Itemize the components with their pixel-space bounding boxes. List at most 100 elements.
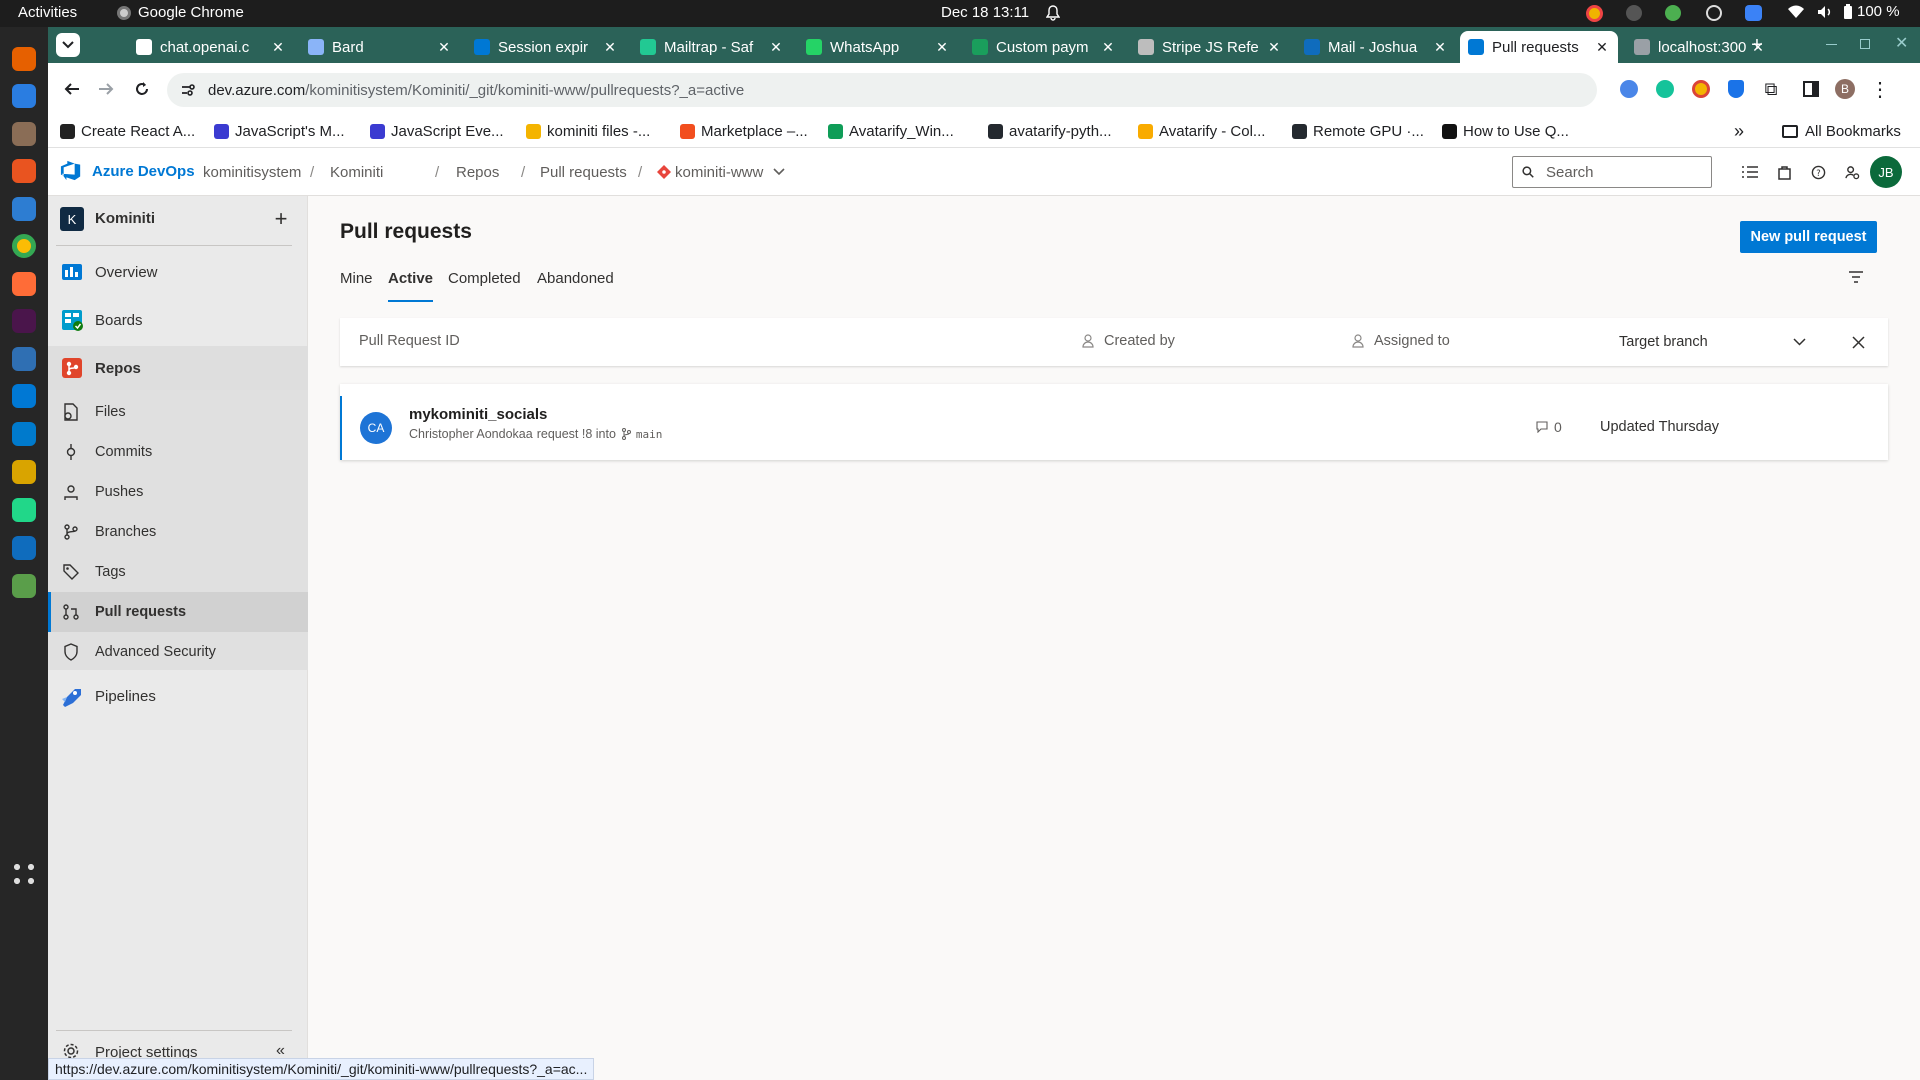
sync-tray-icon[interactable] [1665, 5, 1681, 21]
slack-tray-icon[interactable] [1626, 5, 1642, 21]
sidebar-subitem-branches[interactable]: Branches [48, 512, 308, 552]
chrome-icon[interactable] [9, 231, 39, 261]
user-avatar[interactable]: JB [1870, 156, 1902, 188]
sidebar-subitem-advanced-security[interactable]: Advanced Security [48, 632, 308, 672]
files-icon[interactable] [9, 119, 39, 149]
repo-selector[interactable]: kominiti-www [657, 148, 785, 196]
tab-active[interactable]: Active [388, 262, 434, 302]
bookmark-item[interactable]: How to Use Q... [1442, 115, 1569, 148]
sidebar-item-overview[interactable]: Overview [48, 252, 308, 292]
app-menu[interactable]: Google Chrome [117, 4, 244, 21]
settings-tray-icon[interactable] [1706, 5, 1722, 21]
tab-mine[interactable]: Mine [340, 262, 373, 294]
tab-outlook[interactable]: Mail - Joshua ✕ [1296, 31, 1456, 63]
pull-request-row[interactable]: CA mykominiti_socials Christopher Aondok… [340, 396, 1888, 460]
bookmark-item[interactable]: Remote GPU ·... [1292, 115, 1424, 148]
firefox-icon[interactable] [9, 44, 39, 74]
close-tab-icon[interactable]: ✕ [1266, 39, 1282, 56]
close-tab-icon[interactable]: ✕ [436, 39, 452, 56]
search-box[interactable]: Search [1512, 156, 1712, 188]
breadcrumb-project[interactable]: Kominiti [330, 148, 383, 196]
tab-azure[interactable]: Session expir ✕ [466, 31, 626, 63]
bookmark-item[interactable]: Marketplace –... [680, 115, 808, 148]
add-icon[interactable]: + [270, 206, 292, 231]
project-header[interactable]: K Kominiti + [48, 196, 308, 242]
app-center-icon[interactable] [9, 156, 39, 186]
assigned-to-filter[interactable]: Assigned to [1352, 333, 1450, 349]
breadcrumb-organization[interactable]: kominitisystem [203, 148, 301, 196]
breadcrumb-repos[interactable]: Repos [456, 148, 499, 196]
apps-grid-icon[interactable] [9, 859, 39, 889]
tab-s[interactable]: Custom paym ✕ [964, 31, 1124, 63]
work-items-icon[interactable] [1740, 162, 1760, 182]
clock[interactable]: Dec 18 13:11 [941, 4, 1029, 21]
azure-devops-home-link[interactable]: Azure DevOps [60, 160, 195, 182]
clear-filters-button[interactable] [1849, 333, 1867, 351]
activities-button[interactable]: Activities [18, 4, 77, 21]
tab-whatsapp[interactable]: WhatsApp ✕ [798, 31, 958, 63]
sidebar-subitem-files[interactable]: Files [48, 392, 308, 432]
tab-mailtrap[interactable]: Mailtrap - Saf ✕ [632, 31, 792, 63]
sidebar-subitem-tags[interactable]: Tags [48, 552, 308, 592]
system-status-menu[interactable]: 100 % [1787, 3, 1900, 20]
sidebar-subitem-pushes[interactable]: Pushes [48, 472, 308, 512]
forward-button[interactable] [94, 77, 118, 101]
vscode-icon[interactable] [9, 419, 39, 449]
sidebar-item-pipelines[interactable]: Pipelines [48, 676, 308, 716]
pull-request-id-input[interactable]: Pull Request ID [359, 333, 460, 349]
close-tab-icon[interactable]: ✕ [1432, 39, 1448, 56]
tab-completed[interactable]: Completed [448, 262, 521, 294]
bookmark-item[interactable]: avatarify-pyth... [988, 115, 1112, 148]
bookmark-item[interactable]: Create React A... [60, 115, 195, 148]
target-branch-filter[interactable]: Target branch [1619, 318, 1829, 366]
sidebar-item-boards[interactable]: Boards [48, 300, 308, 340]
user-settings-icon[interactable] [1842, 162, 1862, 182]
marketplace-icon[interactable] [1774, 162, 1794, 182]
chrome-menu-icon[interactable]: ⋮ [1870, 77, 1890, 101]
pr-title[interactable]: mykominiti_socials [409, 406, 547, 423]
postman-icon[interactable] [9, 269, 39, 299]
extensions-puzzle-icon[interactable]: ⧉ [1760, 78, 1782, 100]
pycharm-icon[interactable] [9, 495, 39, 525]
help-icon[interactable]: ? [1808, 162, 1828, 182]
tab-azure-devops[interactable]: Pull requests ✕ [1460, 31, 1618, 63]
monitor-icon[interactable] [9, 344, 39, 374]
search-input[interactable]: Search [1546, 164, 1594, 181]
bookmark-item[interactable]: JavaScript's M... [214, 115, 345, 148]
bookmark-item[interactable]: JavaScript Eve... [370, 115, 504, 148]
tab-bard[interactable]: Bard ✕ [300, 31, 460, 63]
sidebar-subitem-commits[interactable]: Commits [48, 432, 308, 472]
sidebar-item-repos[interactable]: Repos [48, 346, 308, 390]
window-close-button[interactable]: ✕ [1895, 33, 1908, 53]
slack-icon[interactable] [9, 306, 39, 336]
back-button[interactable] [60, 77, 84, 101]
tab-abandoned[interactable]: Abandoned [537, 262, 614, 294]
close-tab-icon[interactable]: ✕ [934, 39, 950, 56]
all-bookmarks-button[interactable]: All Bookmarks [1782, 115, 1901, 148]
close-tab-icon[interactable]: ✕ [602, 39, 618, 56]
profile-avatar[interactable]: B [1835, 79, 1855, 99]
help-icon[interactable] [9, 194, 39, 224]
close-tab-icon[interactable]: ✕ [768, 39, 784, 56]
filter-icon[interactable] [1847, 268, 1865, 286]
bookmark-item[interactable]: Avatarify_Win... [828, 115, 954, 148]
maximize-button[interactable] [1860, 39, 1870, 49]
address-bar[interactable]: dev.azure.com/kominitisystem/Kominiti/_g… [167, 73, 1597, 107]
tab-openai[interactable]: chat.openai.c ✕ [128, 31, 294, 63]
side-panel-icon[interactable] [1803, 81, 1819, 97]
chat-tray-icon[interactable] [1745, 5, 1762, 21]
azure-data-studio-icon[interactable] [9, 533, 39, 563]
extension-1-icon[interactable] [1620, 80, 1638, 98]
site-info-icon[interactable] [180, 82, 196, 98]
more-bookmarks-icon[interactable]: » [1731, 121, 1747, 141]
close-tab-icon[interactable]: ✕ [270, 39, 286, 56]
editor-icon[interactable] [9, 457, 39, 487]
extension-3-icon[interactable] [1692, 80, 1710, 98]
breadcrumb-pull-requests[interactable]: Pull requests [540, 148, 627, 196]
chrome-tray-icon[interactable] [1586, 5, 1603, 22]
thunderbird-icon[interactable] [9, 81, 39, 111]
reload-button[interactable] [130, 77, 154, 101]
azure-devops-icon[interactable] [9, 381, 39, 411]
new-tab-button[interactable]: + [1745, 33, 1769, 57]
tab-search-button[interactable] [56, 33, 80, 57]
